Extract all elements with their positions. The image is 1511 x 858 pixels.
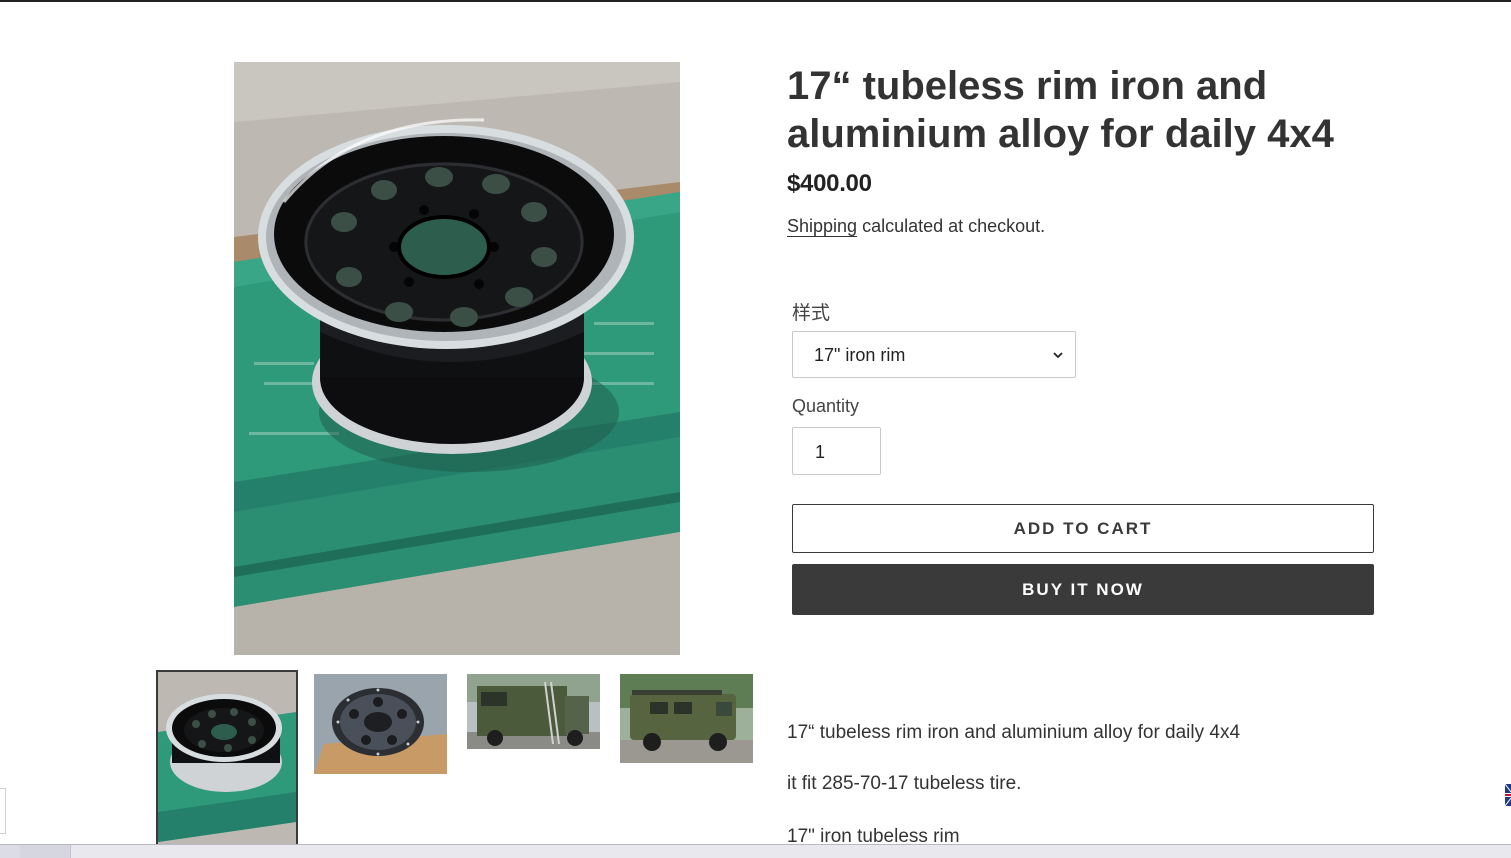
shipping-note: Shipping calculated at checkout.: [787, 216, 1045, 237]
scrollbar-left-button[interactable]: [0, 845, 21, 858]
thumbnail-off-road-van-side[interactable]: [620, 674, 753, 763]
product-title: 17“ tubeless rim iron and aluminium allo…: [787, 64, 1334, 156]
product-price: $400.00: [787, 170, 872, 197]
shipping-link[interactable]: Shipping: [787, 216, 857, 236]
top-border: [0, 0, 1511, 2]
style-select[interactable]: 17" iron rim: [792, 331, 1076, 378]
style-option-label: 样式: [792, 303, 831, 324]
thumbnail-beadlock-rim[interactable]: [314, 674, 447, 774]
uk-flag-icon[interactable]: [1505, 784, 1511, 806]
quantity-input[interactable]: 1: [792, 427, 881, 475]
main-product-image[interactable]: [234, 62, 680, 655]
quantity-label: Quantity: [792, 396, 860, 416]
quantity-value: 1: [815, 442, 826, 462]
left-edge-widget[interactable]: [0, 788, 6, 834]
horizontal-scrollbar[interactable]: [0, 844, 1511, 858]
description-line-1: 17“ tubeless rim iron and aluminium allo…: [787, 722, 1241, 743]
chevron-down-icon: [1053, 352, 1063, 359]
add-to-cart-button[interactable]: ADD TO CART: [792, 504, 1374, 553]
shipping-note-text: calculated at checkout.: [857, 216, 1046, 236]
description-line-2: it fit 285-70-17 tubeless tire.: [787, 773, 1022, 794]
style-select-value: 17" iron rim: [814, 345, 906, 365]
scrollbar-thumb[interactable]: [20, 845, 71, 858]
thumbnail-camper-van-rear[interactable]: [467, 674, 600, 749]
thumbnail-rim-on-pallet[interactable]: [156, 670, 298, 850]
buy-it-now-button[interactable]: BUY IT NOW: [792, 564, 1374, 615]
